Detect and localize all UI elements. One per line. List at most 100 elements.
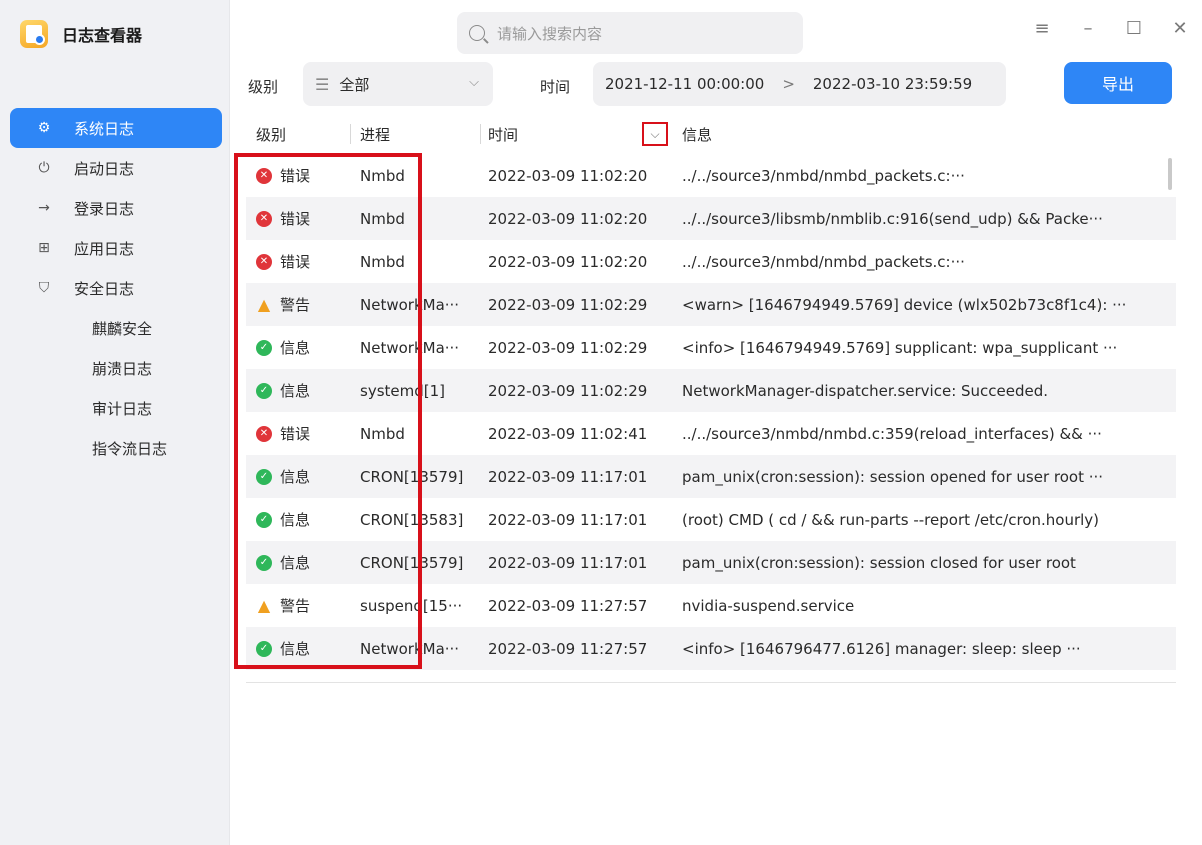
cell-process: Nmbd (360, 166, 405, 185)
sidebar-subitem-audit-log[interactable]: 审计日志 (10, 388, 222, 428)
cell-info: <info> [1646796477.6126] manager: sleep:… (682, 639, 1081, 658)
header-level[interactable]: 级别 (246, 114, 350, 154)
time-filter-label: 时间 (540, 78, 571, 96)
level-text: 信息 (280, 511, 311, 529)
level-text: 信息 (280, 339, 311, 357)
search-icon (469, 25, 485, 41)
table-row[interactable]: ✕ 错误 Nmbd 2022-03-09 11:02:41 ../../source3/… (246, 412, 1176, 455)
cell-process: suspend[15··· (360, 596, 463, 615)
sidebar-item-label: 安全日志 (74, 279, 135, 298)
cell-level: ✕ 错误 (246, 240, 350, 283)
table-row[interactable]: ✕ 错误 Nmbd 2022-03-09 11:02:20 ../../source3/… (246, 197, 1176, 240)
table-row[interactable]: ▲ 警告 suspend[15··· 2022-03-09 11:27:57 nvidi… (246, 584, 1176, 627)
cell-process: NetworkMa··· (360, 295, 460, 314)
maximize-icon[interactable]: ☐ (1124, 18, 1144, 39)
level-text: 信息 (280, 554, 311, 572)
date-to[interactable]: 2022-03-10 23:59:59 (813, 75, 972, 93)
search-input[interactable]: 请输入搜索内容 (457, 12, 803, 54)
level-text: 信息 (280, 382, 311, 400)
table-row[interactable]: ✓ 信息 CRON[13579] 2022-03-09 11:17:01 pam_uni… (246, 455, 1176, 498)
cell-level: ✓ 信息 (246, 541, 350, 584)
sidebar-item-security-log[interactable]: ⛉ 安全日志 (10, 268, 222, 308)
chevron-down-icon: ⌵ (469, 75, 479, 90)
cell-process: CRON[13583] (360, 510, 464, 529)
level-text: 错误 (280, 210, 311, 228)
scrollbar[interactable] (1168, 158, 1172, 190)
header-time-label: 时间 (488, 125, 519, 144)
level-select-value: 全部 (339, 75, 370, 94)
sidebar-item-system-log[interactable]: ⚙ 系统日志 (10, 108, 222, 148)
header-info-label: 信息 (682, 125, 713, 144)
check-icon: ✓ (256, 640, 272, 657)
cell-process: CRON[13579] (360, 553, 464, 572)
header-info[interactable]: 信息 (674, 114, 1164, 154)
check-icon: ✓ (256, 554, 272, 571)
cell-level: ▲ 警告 (246, 283, 350, 326)
menu-icon[interactable]: ≡ (1032, 18, 1052, 39)
cell-level: ✕ 错误 (246, 412, 350, 455)
sort-chevron-down-icon[interactable]: ⌵ (642, 122, 668, 146)
sidebar-subitem-command-log[interactable]: 指令流日志 (10, 428, 222, 468)
sidebar-item-label: 系统日志 (74, 119, 135, 138)
minimize-icon[interactable]: – (1078, 18, 1098, 39)
cell-time: 2022-03-09 11:02:20 (488, 209, 648, 228)
cell-info: <warn> [1646794949.5769] device (wlx502b… (682, 295, 1127, 314)
cell-time: 2022-03-09 11:02:20 (488, 166, 648, 185)
sidebar-item-label: 应用日志 (74, 239, 135, 258)
apps-grid-icon: ⊞ (38, 240, 50, 256)
cell-time: 2022-03-09 11:17:01 (488, 467, 648, 486)
level-text: 错误 (280, 167, 311, 185)
app-name: 日志查看器 (62, 26, 143, 45)
sidebar-nav: ⚙ 系统日志 ⏻ 启动日志 → 登录日志 ⊞ 应用日志 ⛉ 安全日志 麒麟安全 … (10, 108, 222, 468)
check-icon: ✓ (256, 382, 272, 399)
table-row[interactable]: ✓ 信息 NetworkMa··· 2022-03-09 11:02:29 <info>… (246, 326, 1176, 369)
sidebar-item-app-log[interactable]: ⊞ 应用日志 (10, 228, 222, 268)
cell-info: ../../source3/libsmb/nmblib.c:916(send_u… (682, 209, 1103, 228)
log-table: 级别 进程 时间 信息 ⌵ ✕ 错误 Nmbd 2022-03-09 11:02:20… (246, 114, 1176, 682)
export-button[interactable]: 导出 (1064, 62, 1172, 104)
date-from[interactable]: 2021-12-11 00:00:00 (605, 75, 764, 93)
error-icon: ✕ (256, 425, 272, 442)
table-row[interactable]: ✕ 错误 Nmbd 2022-03-09 11:02:20 ../../source3/… (246, 240, 1176, 283)
cell-time: 2022-03-09 11:02:41 (488, 424, 648, 443)
cell-info: (root) CMD ( cd / && run-parts --report … (682, 510, 1100, 529)
sidebar-item-boot-log[interactable]: ⏻ 启动日志 (10, 148, 222, 188)
close-icon[interactable]: ✕ (1170, 18, 1190, 39)
cell-level: ✓ 信息 (246, 627, 350, 670)
sidebar-item-login-log[interactable]: → 登录日志 (10, 188, 222, 228)
header-process[interactable]: 进程 (350, 114, 480, 154)
cell-info: pam_unix(cron:session): session closed f… (682, 553, 1076, 572)
table-row[interactable]: ✓ 信息 NetworkMa··· 2022-03-09 11:27:57 <info>… (246, 627, 1176, 670)
date-range-picker[interactable]: 2021-12-11 00:00:00 > 2022-03-10 23:59:5… (593, 62, 1006, 106)
table-row[interactable]: ✓ 信息 CRON[13579] 2022-03-09 11:17:01 pam_uni… (246, 541, 1176, 584)
table-row[interactable]: ✕ 错误 Nmbd 2022-03-09 11:02:20 ../../source3/… (246, 154, 1176, 197)
table-row[interactable]: ✓ 信息 CRON[13583] 2022-03-09 11:17:01 (root) … (246, 498, 1176, 541)
cell-process: NetworkMa··· (360, 639, 460, 658)
sidebar: 日志查看器 ⚙ 系统日志 ⏻ 启动日志 → 登录日志 ⊞ 应用日志 ⛉ 安全日志 (0, 0, 230, 845)
cell-level: ✓ 信息 (246, 498, 350, 541)
cell-process: NetworkMa··· (360, 338, 460, 357)
cell-level: ✓ 信息 (246, 455, 350, 498)
level-text: 警告 (280, 597, 311, 615)
cell-time: 2022-03-09 11:02:20 (488, 252, 648, 271)
table-row[interactable]: ✓ 信息 systemd[1] 2022-03-09 11:02:29 NetworkM… (246, 369, 1176, 412)
cell-time: 2022-03-09 11:02:29 (488, 381, 648, 400)
sidebar-subitem-kylin-security[interactable]: 麒麟安全 (10, 308, 222, 348)
check-icon: ✓ (256, 511, 272, 528)
list-icon: ☰ (315, 74, 330, 94)
app-title: 日志查看器 (20, 20, 142, 48)
warning-icon: ▲ (257, 596, 271, 615)
cell-level: ✕ 错误 (246, 197, 350, 240)
sidebar-subitem-crash-log[interactable]: 崩溃日志 (10, 348, 222, 388)
cell-time: 2022-03-09 11:17:01 (488, 510, 648, 529)
cell-process: Nmbd (360, 424, 405, 443)
cell-info: ../../source3/nmbd/nmbd_packets.c:··· (682, 166, 965, 185)
level-text: 信息 (280, 640, 311, 658)
cell-info: ../../source3/nmbd/nmbd.c:359(reload_int… (682, 424, 1102, 443)
cell-time: 2022-03-09 11:02:29 (488, 338, 648, 357)
table-row[interactable]: ▲ 警告 NetworkMa··· 2022-03-09 11:02:29 <warn>… (246, 283, 1176, 326)
cell-time: 2022-03-09 11:17:01 (488, 553, 648, 572)
cell-info: pam_unix(cron:session): session opened f… (682, 467, 1104, 486)
check-icon: ✓ (256, 339, 272, 356)
level-select[interactable]: ☰ 全部 ⌵ (303, 62, 493, 106)
